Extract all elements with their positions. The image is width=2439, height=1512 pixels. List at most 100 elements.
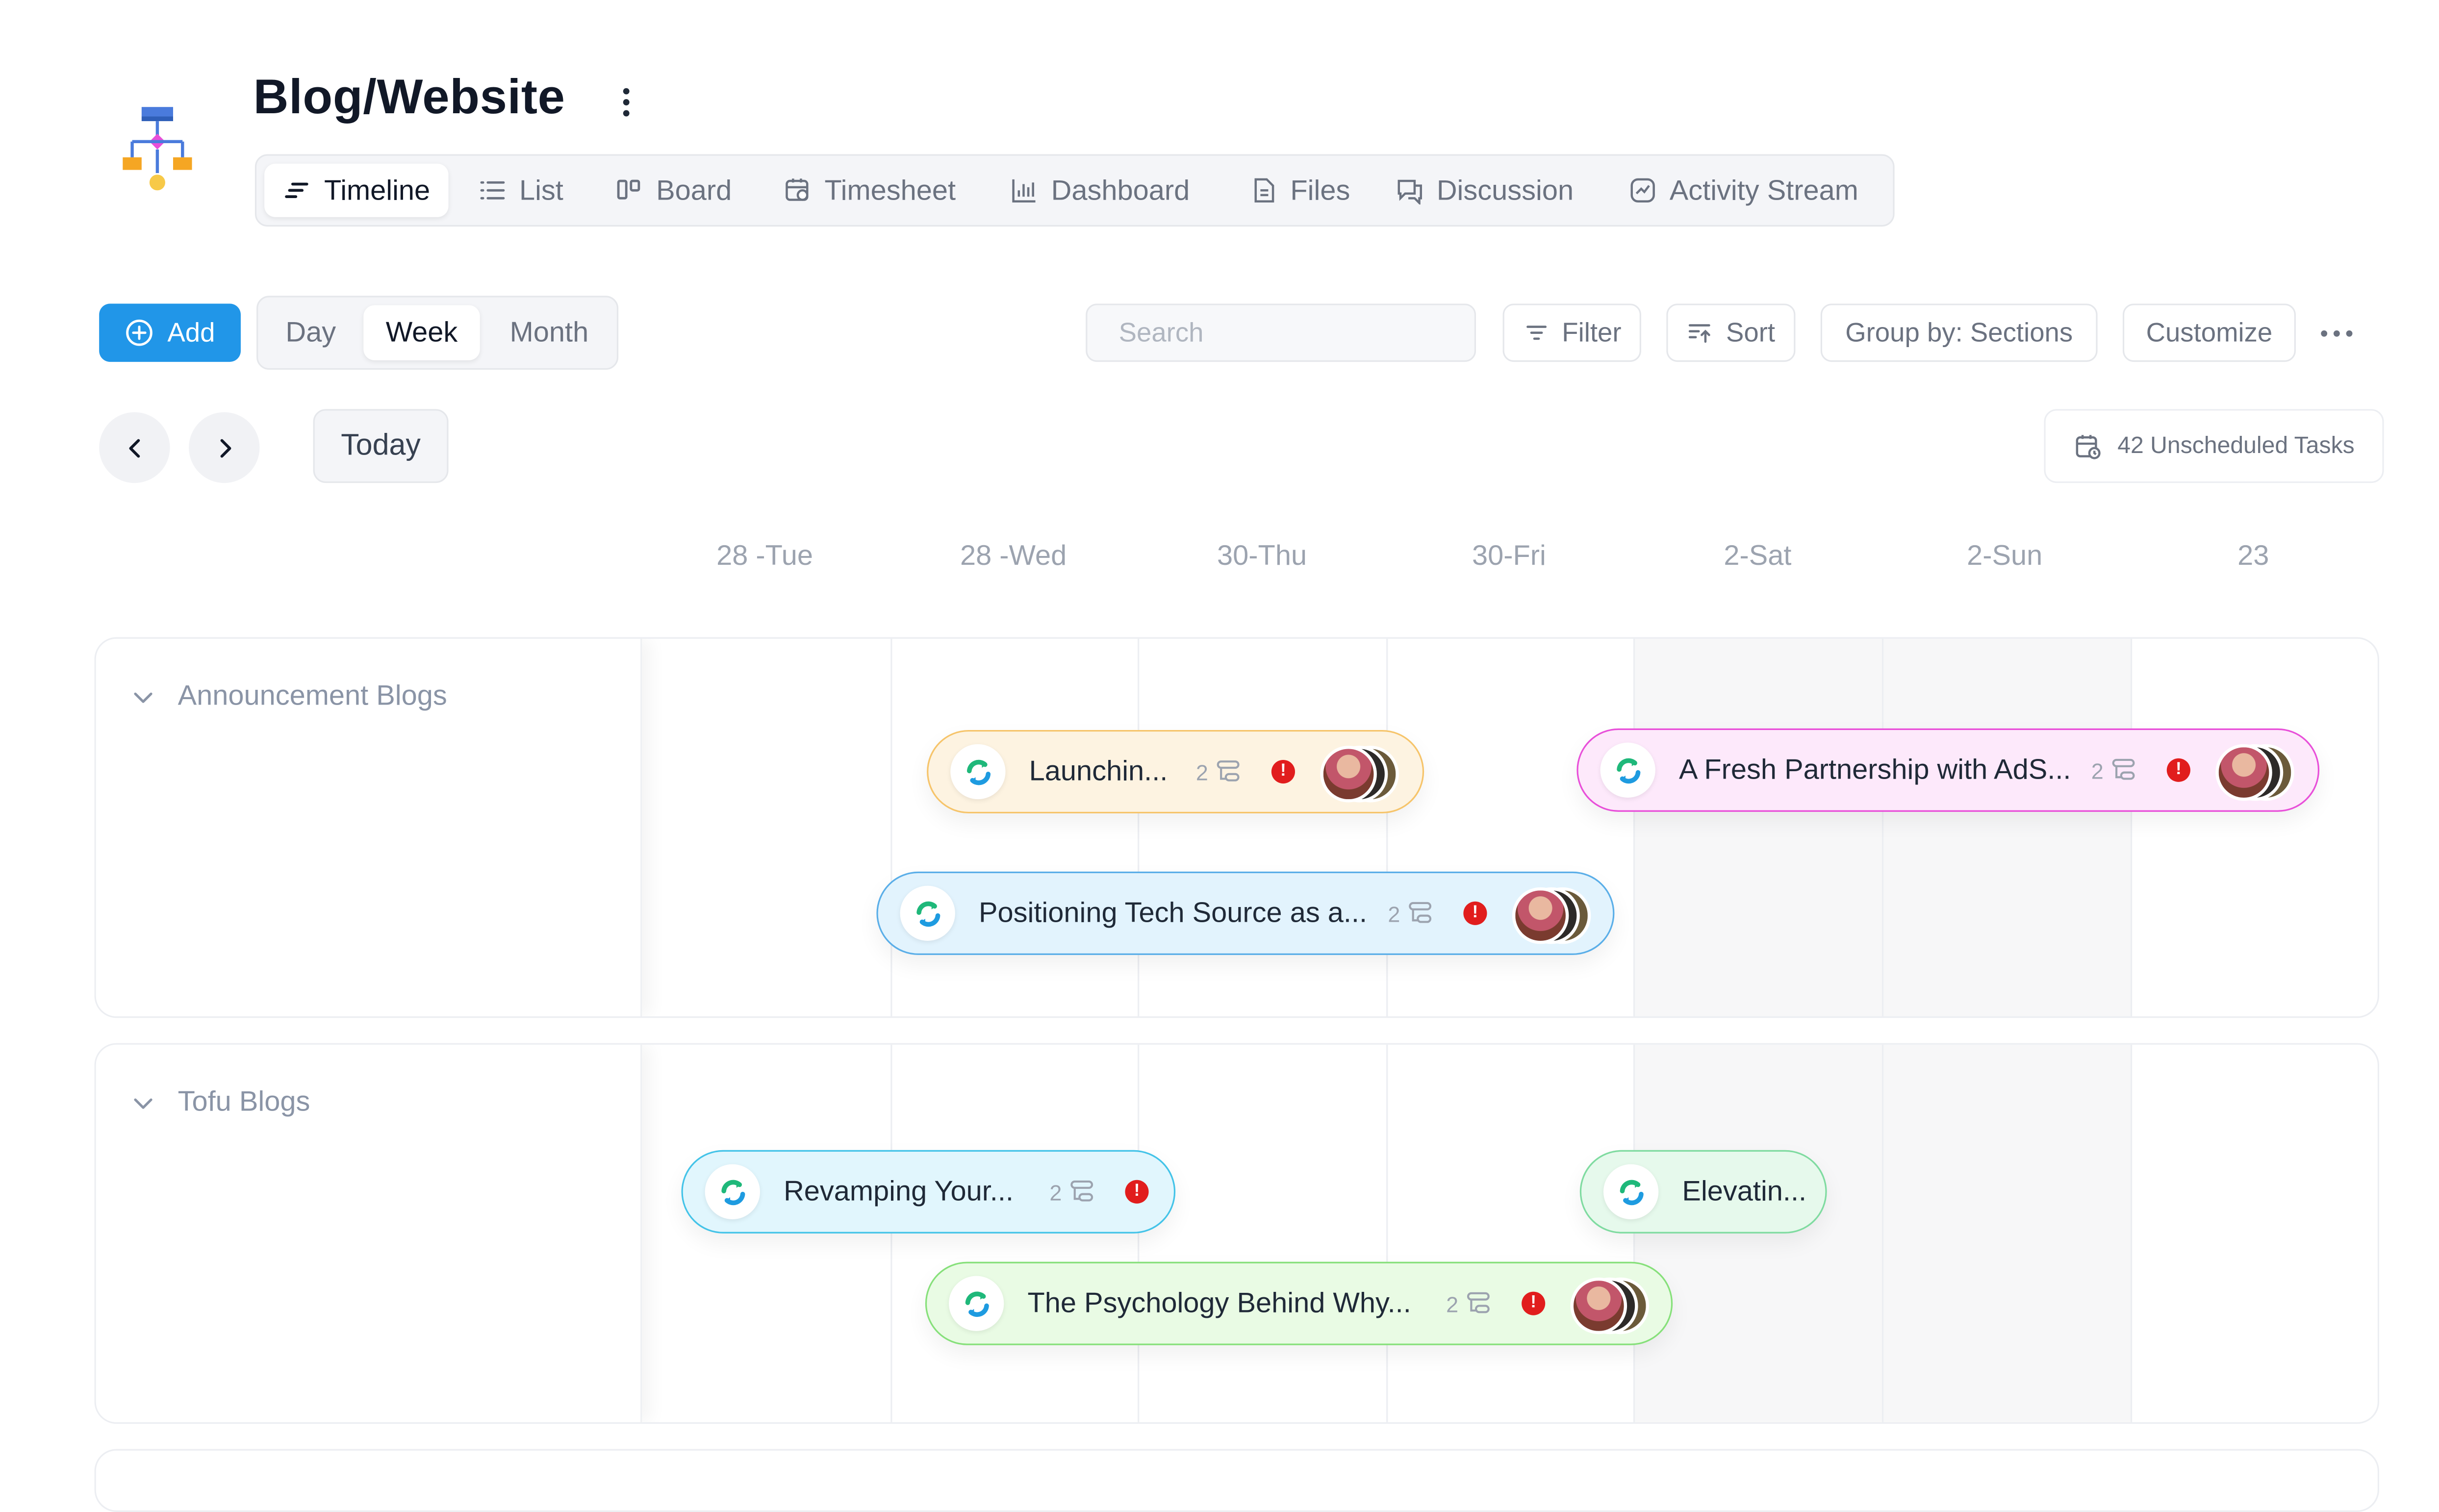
chevron-down-icon (134, 1097, 152, 1109)
day-column (1633, 638, 1882, 1017)
subtask-count-value: 2 (1195, 759, 1208, 784)
subtask-count: 2 (2091, 757, 2136, 784)
tab-discussion[interactable]: Discussion (1377, 164, 1593, 217)
day-column (2130, 1044, 2378, 1422)
list-icon (480, 181, 505, 200)
section-next (94, 1449, 2380, 1512)
avatar (1570, 1277, 1627, 1335)
sort-label: Sort (1726, 317, 1776, 347)
today-button[interactable]: Today (313, 409, 449, 483)
day-column (1881, 638, 2131, 1017)
tab-label: Timesheet (824, 174, 956, 205)
view-week-button[interactable]: Week (363, 305, 480, 360)
view-day-button[interactable]: Day (266, 305, 356, 360)
page-title: Blog/Website (253, 69, 565, 125)
subtask-count: 2 (1049, 1179, 1094, 1206)
day-column (1138, 638, 1386, 1017)
sort-button[interactable]: Sort (1666, 303, 1796, 362)
dot-icon (623, 110, 630, 117)
dot-icon (623, 99, 630, 106)
subtask-icon (2111, 758, 2134, 780)
avatar (1512, 887, 1569, 944)
calendar-clock-icon (2075, 434, 2100, 459)
task-name: Elevatin... (1682, 1175, 1807, 1207)
subtask-count: 2 (1388, 900, 1433, 927)
tab-timesheet[interactable]: Timesheet (765, 164, 975, 217)
section-toggle[interactable]: Announcement Blogs (130, 680, 447, 712)
assignee-avatars[interactable] (2215, 744, 2294, 801)
subtask-count-value: 2 (2091, 757, 2104, 783)
tab-files[interactable]: Files (1230, 164, 1369, 217)
subtask-count: 2 (1446, 1290, 1491, 1317)
next-button[interactable] (189, 412, 260, 483)
alert-icon: ! (1125, 1180, 1149, 1204)
activity-icon (1630, 178, 1655, 202)
section-toggle[interactable]: Tofu Blogs (130, 1085, 310, 1118)
bar-chart-icon (1012, 179, 1036, 202)
unscheduled-label: 42 Unscheduled Tasks (2117, 432, 2355, 460)
day-column (642, 639, 890, 1016)
alert-icon: ! (1463, 901, 1487, 925)
tab-board[interactable]: Board (596, 164, 751, 217)
section-header-panel: Tofu Blogs (96, 1044, 642, 1422)
subtask-count-value: 2 (1446, 1290, 1459, 1316)
plus-circle-icon (127, 319, 153, 346)
task-bar[interactable]: Launchin... 2 ! (927, 730, 1424, 814)
section-announcement-blogs: Announcement Blogs (94, 637, 2380, 1018)
subtask-icon (1467, 1292, 1490, 1313)
alert-icon: ! (1271, 759, 1296, 784)
task-bar[interactable]: Positioning Tech Source as a... 2 ! (876, 871, 1615, 955)
search-input[interactable] (1116, 315, 1470, 351)
day-header: 28 -Wed (960, 539, 1067, 571)
task-bar[interactable]: Elevatin... (1579, 1150, 1827, 1234)
tab-label: Timeline (324, 174, 431, 205)
previous-button[interactable] (99, 412, 170, 483)
tab-list[interactable]: List (459, 164, 582, 217)
add-button[interactable]: Add (99, 303, 241, 362)
search-box (1086, 303, 1476, 362)
section-tofu-blogs: Tofu Blogs (94, 1043, 2380, 1424)
tab-label: Files (1290, 174, 1350, 205)
subtask-count: 2 (1196, 758, 1241, 785)
day-header: 30-Thu (1217, 539, 1307, 571)
subtask-count-value: 2 (1049, 1179, 1062, 1205)
group-by-label: Group by: Sections (1845, 317, 2073, 347)
section-name: Announcement Blogs (178, 680, 447, 711)
task-bar[interactable]: The Psychology Behind Why... 2 ! (925, 1261, 1673, 1345)
tab-activity-stream[interactable]: Activity Stream (1610, 164, 1878, 217)
task-name: Positioning Tech Source as a... (978, 897, 1368, 929)
customize-button[interactable]: Customize (2122, 303, 2296, 362)
customize-label: Customize (2146, 317, 2273, 347)
filter-button[interactable]: Filter (1502, 303, 1641, 362)
assignee-avatars[interactable] (1320, 746, 1399, 803)
filter-label: Filter (1562, 317, 1622, 347)
timeline-icon (285, 182, 308, 199)
view-month-button[interactable]: Month (488, 305, 610, 360)
unscheduled-tasks-button[interactable]: 42 Unscheduled Tasks (2044, 409, 2384, 483)
day-header: 28 -Tue (716, 539, 813, 571)
file-icon (1254, 178, 1274, 202)
task-bar[interactable]: A Fresh Partnership with AdS... 2 ! (1576, 728, 2320, 812)
group-by-button[interactable]: Group by: Sections (1820, 303, 2098, 362)
day-header: 2-Sun (1967, 539, 2043, 571)
calendar-clock-icon (786, 178, 809, 201)
tab-label: Board (656, 174, 732, 205)
board-icon (617, 179, 640, 200)
avatar (2215, 744, 2272, 801)
day-column (1386, 1044, 1635, 1422)
tab-dashboard[interactable]: Dashboard (991, 164, 1209, 217)
assignee-avatars[interactable] (1570, 1277, 1650, 1335)
more-options-button[interactable] (2316, 319, 2357, 348)
chevron-left-icon (128, 438, 139, 457)
assignee-avatars[interactable] (1512, 887, 1591, 944)
project-menu-button[interactable] (610, 82, 642, 123)
task-bar[interactable]: Revamping Your... 2 ! (681, 1150, 1176, 1234)
subtask-icon (1070, 1180, 1093, 1202)
chevron-down-icon (134, 691, 152, 703)
tab-timeline[interactable]: Timeline (264, 163, 449, 217)
view-mode-switch: Day Week Month (256, 296, 619, 370)
day-column (1386, 638, 1635, 1017)
task-name: Launchin... (1029, 755, 1168, 787)
dot-icon (2321, 330, 2328, 337)
tab-label: Discussion (1436, 174, 1574, 205)
